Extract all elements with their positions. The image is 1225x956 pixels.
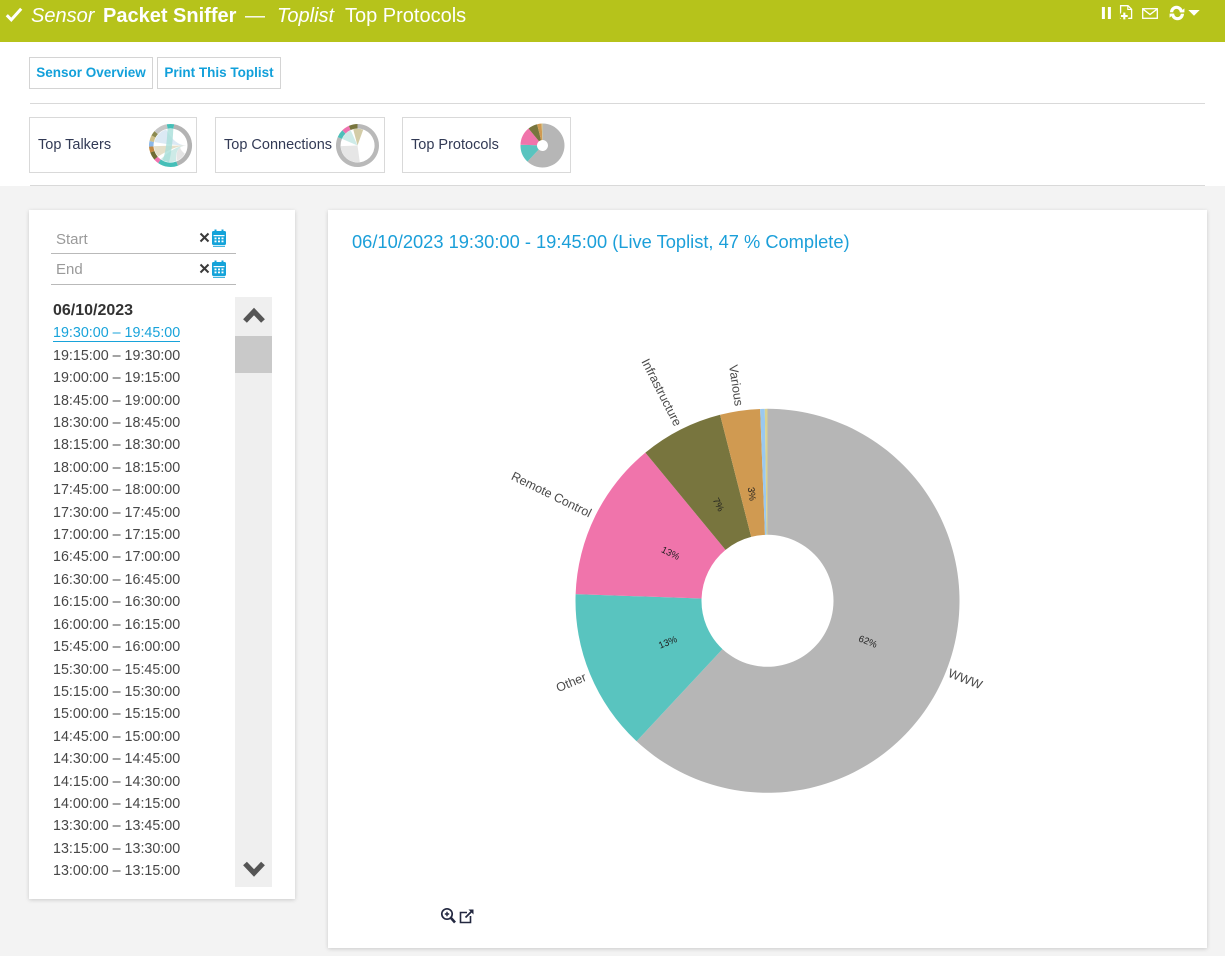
svg-text:Various: Various: [726, 364, 746, 407]
svg-text:Other: Other: [554, 670, 588, 695]
svg-text:WWW: WWW: [946, 666, 984, 692]
svg-text:3%: 3%: [745, 486, 758, 502]
svg-text:Infrastructure: Infrastructure: [639, 356, 685, 428]
svg-text:Remote Control: Remote Control: [509, 469, 594, 520]
